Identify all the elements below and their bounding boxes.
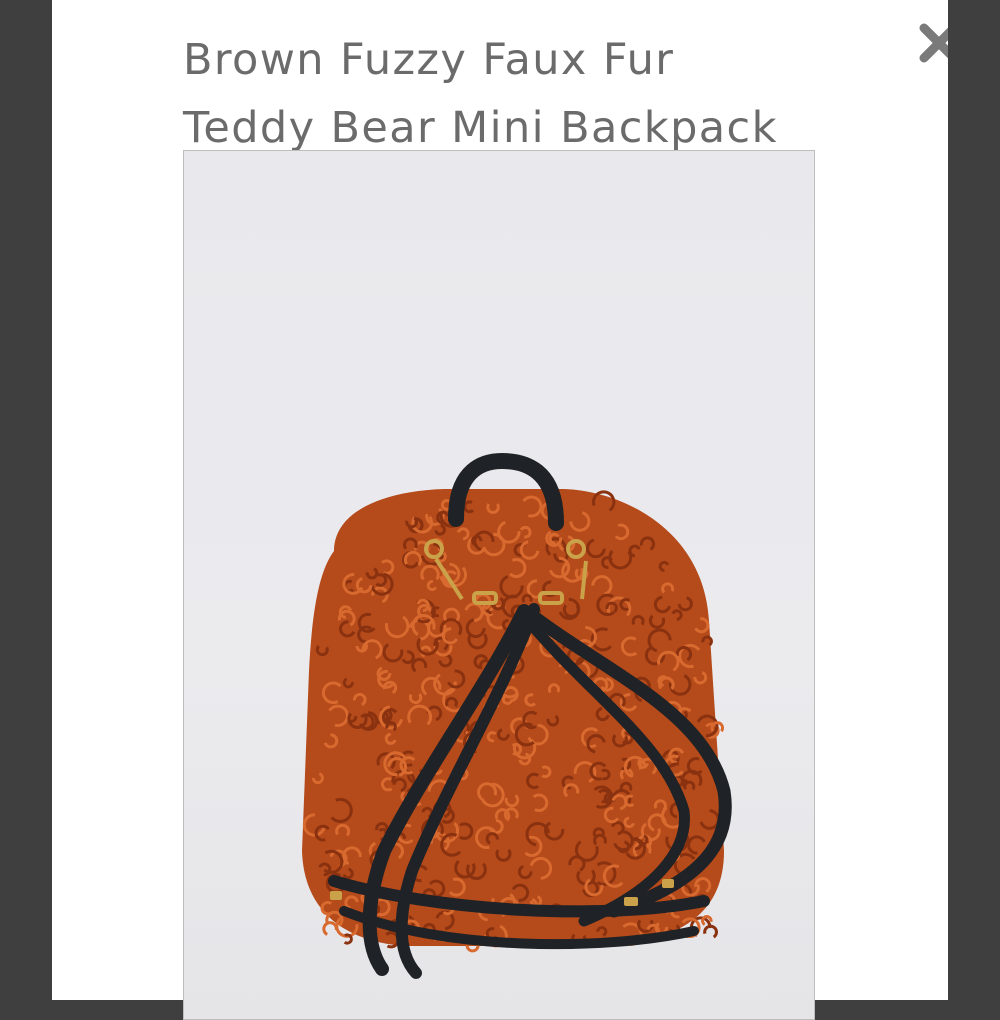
product-title: Brown Fuzzy Faux Fur Teddy Bear Mini Bac… (183, 35, 778, 153)
fur-curl (322, 921, 338, 936)
backpack-body (302, 489, 725, 953)
fur-curl (343, 933, 353, 945)
close-icon (919, 23, 948, 63)
close-button[interactable] (910, 14, 948, 72)
backpack-photo (302, 452, 732, 979)
product-image-frame[interactable] (183, 150, 815, 1020)
